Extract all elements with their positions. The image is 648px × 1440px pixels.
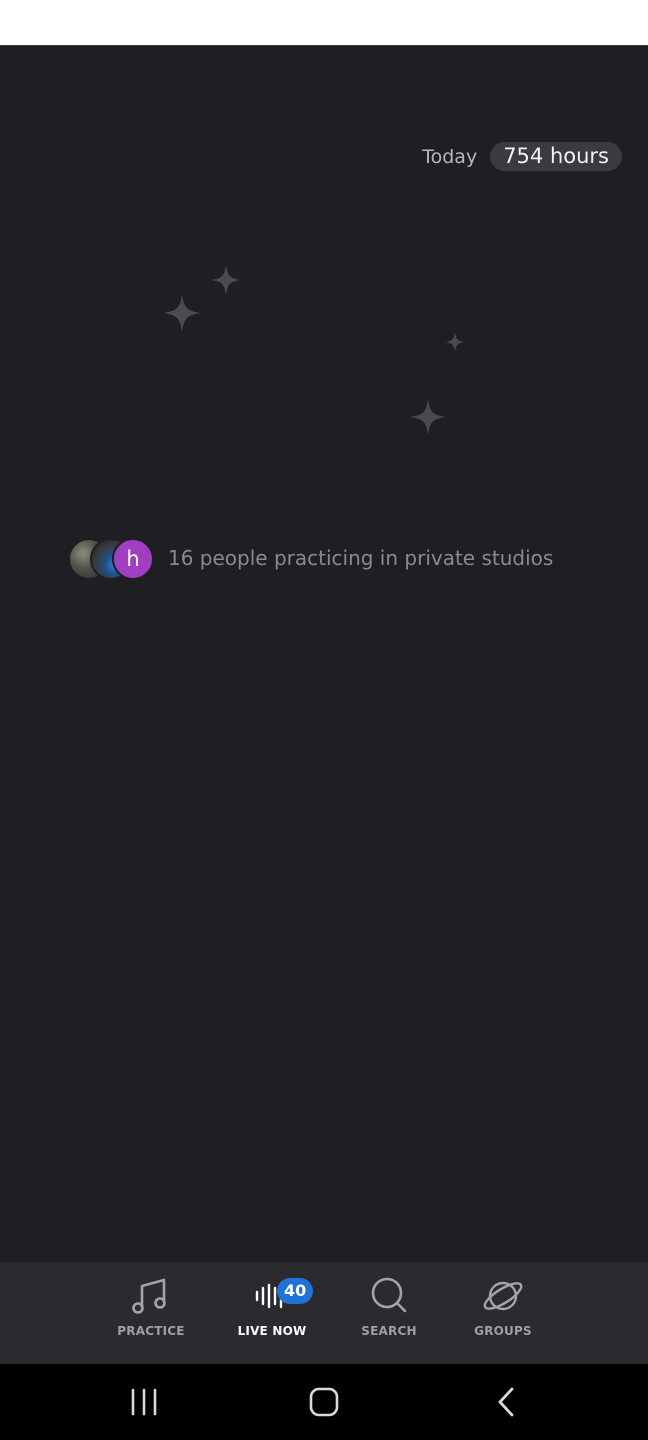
system-navigation-bar	[0, 1364, 648, 1440]
bottom-tab-bar: PRACTICE 40 LIVE NOW SEARCH GROUPS	[0, 1262, 648, 1364]
today-label: Today	[422, 145, 478, 168]
sparkle-icon	[163, 294, 201, 332]
tab-label: LIVE NOW	[237, 1324, 307, 1338]
presence-count-text: 16 people practicing in private studios	[168, 546, 554, 570]
tab-label: GROUPS	[474, 1324, 532, 1338]
planet-icon	[481, 1274, 525, 1318]
home-icon[interactable]	[302, 1382, 346, 1422]
today-practice-stat: Today 754 hours	[422, 142, 622, 171]
tab-search[interactable]: SEARCH	[334, 1272, 444, 1354]
live-presence-row[interactable]: h 16 people practicing in private studio…	[68, 538, 554, 580]
live-count-badge: 40	[277, 1278, 314, 1304]
avatar: h	[112, 538, 154, 580]
back-icon[interactable]	[484, 1382, 528, 1422]
tab-groups[interactable]: GROUPS	[448, 1272, 558, 1354]
tab-label: PRACTICE	[117, 1324, 185, 1338]
status-bar	[0, 0, 648, 45]
recent-apps-icon[interactable]	[122, 1382, 166, 1422]
sparkle-icon	[410, 399, 446, 435]
tab-practice[interactable]: PRACTICE	[96, 1272, 206, 1354]
live-now-screen: Today 754 hours	[0, 45, 648, 1262]
tab-label: SEARCH	[361, 1324, 417, 1338]
sparkle-icon	[211, 265, 241, 295]
music-note-icon	[129, 1274, 173, 1318]
avatar-stack: h	[68, 538, 154, 580]
sparkle-icon	[445, 332, 465, 352]
today-hours-pill: 754 hours	[490, 142, 622, 171]
search-icon	[367, 1274, 411, 1318]
tab-live-now[interactable]: 40 LIVE NOW	[217, 1272, 327, 1354]
